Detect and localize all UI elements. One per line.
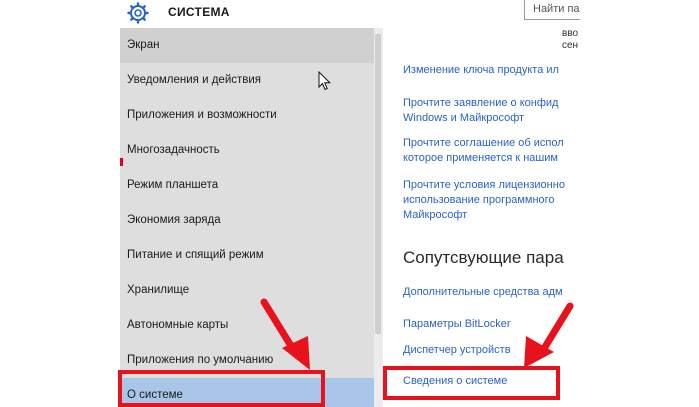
related-settings-heading: Сопутсвующие пара: [403, 248, 564, 267]
annotation-arrow-icon: [260, 298, 310, 370]
sidebar-item-storage[interactable]: Хранилище: [120, 273, 374, 308]
link-line: Windows и Майкрософт: [403, 112, 525, 124]
annotation-arrow-icon: [524, 302, 574, 368]
device-manager-link[interactable]: Диспетчер устройств: [403, 343, 511, 358]
sidebar-item-tablet-mode[interactable]: Режим планшета: [120, 168, 374, 203]
settings-window: СИСТЕМА Найти пар Экран Уведомления и де…: [120, 0, 580, 407]
sidebar-item-battery-saver[interactable]: Экономия заряда: [120, 203, 374, 238]
sidebar-item-display[interactable]: Экран: [120, 28, 374, 63]
truncated-line: вво: [562, 28, 579, 39]
sidebar-item-apps[interactable]: Приложения и возможности: [120, 98, 374, 133]
services-agreement-link[interactable]: Прочтите соглашение об испол которое при…: [403, 136, 564, 166]
annotation-box-about: [118, 370, 325, 407]
link-line: Прочтите условия лицензионно: [403, 179, 565, 191]
license-terms-link[interactable]: Прочтите условия лицензионно использован…: [403, 178, 565, 223]
sidebar-scrollbar[interactable]: [374, 28, 383, 407]
link-line: Майкрософт: [403, 209, 468, 221]
mouse-cursor-icon: [318, 71, 332, 91]
link-line: Изменение ключа продукта ил: [403, 64, 559, 76]
page-title: СИСТЕМА: [168, 5, 230, 19]
sidebar-item-notifications[interactable]: Уведомления и действия: [120, 63, 374, 98]
red-marker: [120, 158, 123, 166]
privacy-statement-link[interactable]: Прочтите заявление о конфид Windows и Ма…: [403, 96, 558, 126]
gear-icon: [127, 2, 149, 24]
link-line: использование программного: [403, 194, 555, 206]
link-line: которое применяется к нашим: [403, 152, 558, 164]
bitlocker-settings-link[interactable]: Параметры BitLocker: [403, 317, 511, 332]
sidebar: Экран Уведомления и действия Приложения …: [120, 28, 374, 407]
admin-tools-link[interactable]: Дополнительные средства адм: [403, 285, 563, 300]
scrollbar-thumb[interactable]: [375, 34, 381, 334]
truncated-line: сен: [562, 40, 579, 51]
change-product-key-link[interactable]: Изменение ключа продукта ил: [403, 63, 559, 78]
sidebar-item-power-sleep[interactable]: Питание и спящий режим: [120, 238, 374, 273]
sidebar-item-multitasking[interactable]: Многозадачность: [120, 133, 374, 168]
truncated-text: вво сен: [562, 28, 580, 52]
link-line: Прочтите соглашение об испол: [403, 137, 564, 149]
sidebar-item-offline-maps[interactable]: Автономные карты: [120, 308, 374, 343]
search-input[interactable]: Найти пар: [524, 0, 580, 20]
link-line: Прочтите заявление о конфид: [403, 97, 559, 109]
window-header: СИСТЕМА Найти пар: [120, 0, 580, 28]
